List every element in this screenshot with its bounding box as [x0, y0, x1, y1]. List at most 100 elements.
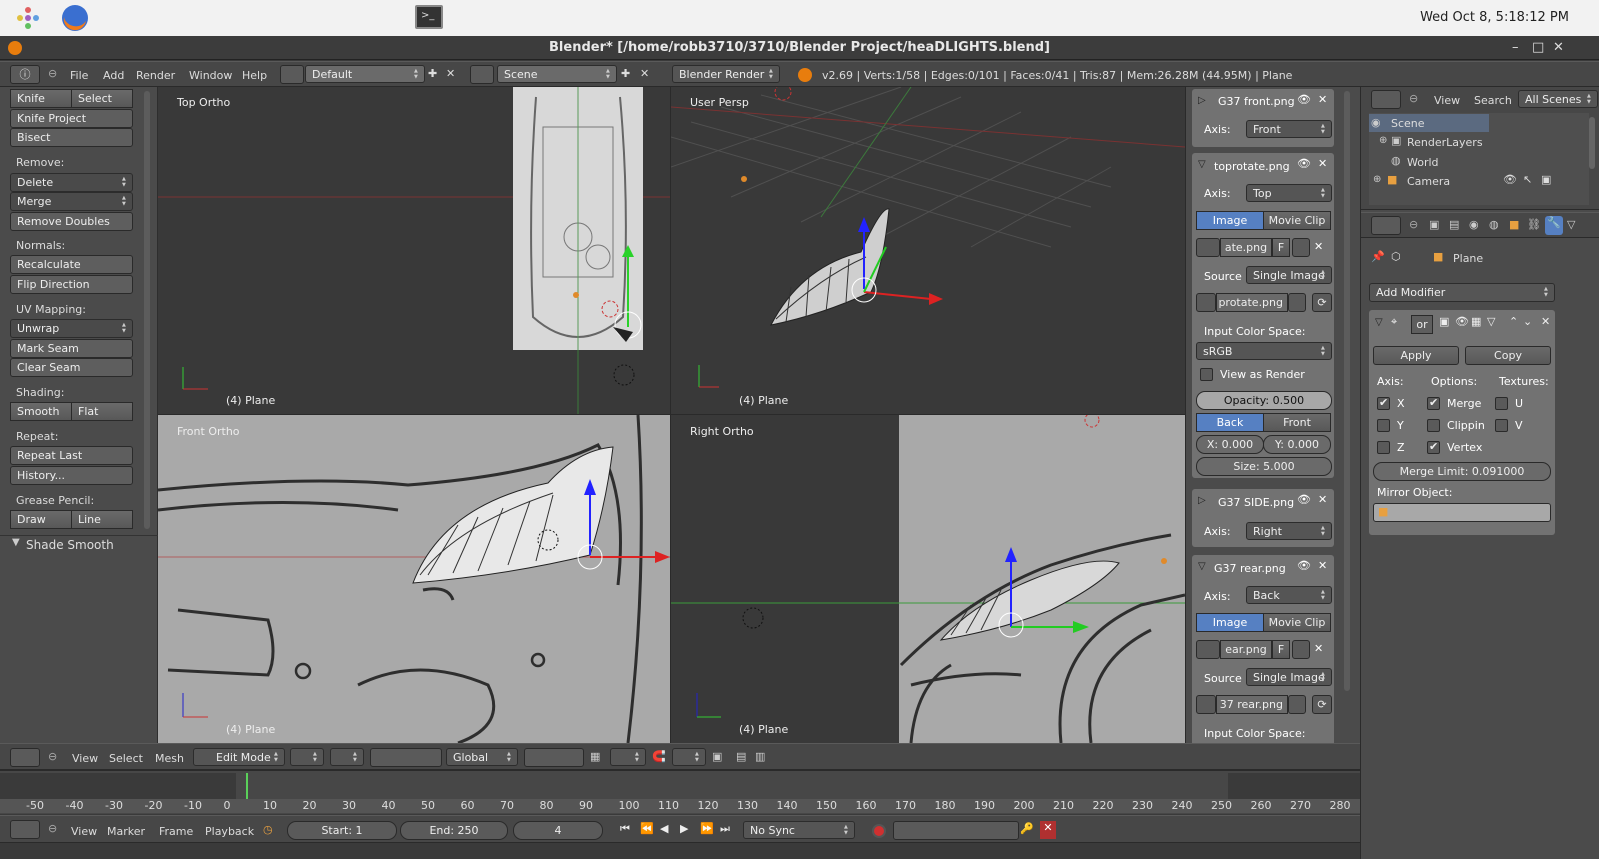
remove-icon[interactable]: ✕ [1318, 157, 1327, 170]
axis-y-checkbox[interactable] [1377, 419, 1390, 432]
render-anim-icon[interactable]: ▤ [736, 750, 746, 763]
unlink-icon[interactable]: ✕ [1314, 240, 1323, 253]
apply-button[interactable]: Apply [1373, 346, 1459, 365]
manipulator-icon[interactable] [370, 748, 442, 767]
size-field[interactable]: Size: 5.000 [1196, 457, 1332, 476]
texture-v-checkbox[interactable] [1495, 419, 1508, 432]
outliner-editor-icon[interactable] [1371, 90, 1401, 109]
preview-range-icon[interactable]: ◷ [263, 823, 273, 836]
fake-user-button[interactable]: F [1272, 640, 1290, 659]
mark-seam-button[interactable]: Mark Seam [10, 339, 133, 358]
display-mode-dropdown[interactable]: All Scenes [1518, 90, 1598, 108]
menu-mesh[interactable]: Mesh [155, 752, 184, 765]
clear-seam-button[interactable]: Clear Seam [10, 358, 133, 377]
outliner-item-renderlayers[interactable]: RenderLayers [1407, 136, 1483, 149]
collapse-arrow-icon[interactable]: ▽ [1198, 159, 1206, 170]
pin-icon[interactable]: 📌 [1371, 250, 1385, 263]
menu-select[interactable]: Select [109, 752, 143, 765]
viewport-user-persp[interactable]: User Persp (4) Plane [671, 87, 1185, 415]
remove-icon[interactable]: ✕ [1318, 93, 1327, 106]
render-movie-icon[interactable]: ▥ [755, 750, 765, 763]
menu-render[interactable]: Render [136, 69, 175, 82]
current-frame-field[interactable]: 4 [513, 821, 603, 840]
maximize-icon[interactable]: □ [1532, 40, 1544, 55]
keying-set-field[interactable] [893, 821, 1019, 840]
scene-tab-icon[interactable]: ◉ [1469, 218, 1479, 231]
opacity-slider[interactable]: Opacity: 0.500 [1196, 391, 1332, 410]
add-scene-icon[interactable]: ✚ [621, 67, 630, 80]
collapse-menu-icon[interactable]: ⊖ [48, 750, 57, 763]
menu-help[interactable]: Help [242, 69, 267, 82]
remove-icon[interactable]: ✕ [1318, 493, 1327, 506]
layout-icon[interactable] [280, 65, 304, 84]
line-button[interactable]: Line [71, 510, 133, 529]
copy-button[interactable]: Copy [1465, 346, 1551, 365]
file-browse-icon[interactable] [1288, 293, 1306, 312]
back-button[interactable]: Back [1196, 413, 1264, 432]
flat-button[interactable]: Flat [71, 402, 133, 421]
reload-icon[interactable]: ⟳ [1312, 293, 1332, 312]
scene-icon[interactable] [470, 65, 494, 84]
toolshelf-scrollbar[interactable] [144, 91, 150, 529]
timeline-ruler[interactable]: -50 -40 -30 -20 -10 0 10 20 30 40 50 60 70 80 90 100 110… [0, 799, 1360, 813]
shading-dropdown[interactable] [290, 748, 324, 766]
layers-tab-icon[interactable]: ▤ [1449, 218, 1459, 231]
image-pack-icon[interactable] [1196, 695, 1216, 714]
vertex-groups-checkbox[interactable] [1427, 440, 1440, 454]
remove-modifier-icon[interactable]: ✕ [1541, 315, 1550, 328]
apps-menu-icon[interactable] [14, 4, 42, 32]
end-frame-field[interactable]: End: 250 [400, 821, 508, 840]
viewport-right-ortho[interactable]: Right Ortho (4) Plane [671, 415, 1185, 743]
merge-dropdown[interactable]: Merge [10, 192, 133, 211]
collapse-arrow-icon[interactable]: ▽ [1375, 317, 1383, 328]
remove-scene-icon[interactable]: ✕ [640, 67, 649, 80]
timeline[interactable]: -50 -40 -30 -20 -10 0 10 20 30 40 50 60 70 80 90 100 110… [0, 770, 1360, 814]
add-layout-icon[interactable]: ✚ [428, 67, 437, 80]
eye-icon[interactable]: 👁 [1297, 93, 1311, 106]
render-engine-select[interactable]: Blender Render [672, 65, 780, 83]
image-browse-icon[interactable] [1196, 238, 1220, 257]
collapse-menu-icon[interactable]: ⊖ [1409, 92, 1418, 105]
move-down-icon[interactable]: ⌄ [1523, 315, 1532, 328]
menu-search[interactable]: Search [1474, 94, 1512, 107]
render-tab-icon[interactable]: ▣ [1429, 218, 1439, 231]
cage-icon[interactable]: ▽ [1487, 315, 1495, 328]
remove-doubles-button[interactable]: Remove Doubles [10, 212, 133, 231]
menu-frame[interactable]: Frame [159, 825, 193, 838]
expand-icon[interactable]: ⊕ [1373, 174, 1381, 185]
insert-keyframe-icon[interactable]: 🔑 [1020, 822, 1034, 835]
eye-icon[interactable]: 👁 [1297, 493, 1311, 506]
flip-direction-button[interactable]: Flip Direction [10, 275, 133, 294]
jump-end-icon[interactable]: ⏭ [720, 822, 730, 836]
menu-add[interactable]: Add [103, 69, 124, 82]
image-browse-icon[interactable] [1196, 640, 1220, 659]
terminal-icon[interactable]: >_ [415, 5, 443, 29]
offset-x-field[interactable]: X: 0.000 [1196, 435, 1264, 454]
file-browse-icon[interactable] [1288, 695, 1306, 714]
record-icon[interactable] [872, 824, 886, 838]
modifier-name-field[interactable]: or [1411, 315, 1433, 334]
expand-arrow-icon[interactable]: ▷ [1198, 95, 1206, 106]
view-as-render-checkbox[interactable] [1200, 368, 1213, 381]
orientation-dropdown[interactable]: Global [446, 748, 518, 766]
properties-editor-icon[interactable] [1371, 216, 1401, 235]
operator-panel-header[interactable]: ▼ Shade Smooth [0, 535, 158, 553]
selectable-cursor-icon[interactable]: ↖ [1523, 173, 1532, 186]
delete-keyframe-icon[interactable]: ✕ [1040, 821, 1056, 839]
view3d-editor-icon[interactable] [10, 748, 40, 767]
offset-y-field[interactable]: Y: 0.000 [1263, 435, 1331, 454]
image-tab[interactable]: Image [1196, 211, 1264, 230]
pivot-dropdown[interactable] [330, 748, 364, 766]
play-reverse-icon[interactable]: ◀ [660, 822, 668, 835]
source-dropdown[interactable]: Single Image [1246, 668, 1332, 686]
modifiers-tab-icon[interactable]: 🔧 [1545, 216, 1563, 235]
open-folder-icon[interactable] [1292, 238, 1310, 257]
scene-field[interactable]: Scene [497, 65, 617, 83]
image-pack-icon[interactable] [1196, 293, 1216, 312]
color-space-dropdown[interactable]: sRGB [1196, 342, 1332, 360]
visibility-eye-icon[interactable]: 👁 [1503, 173, 1517, 186]
jump-start-icon[interactable]: ⏮ [620, 822, 630, 836]
repeat-last-button[interactable]: Repeat Last [10, 446, 133, 465]
world-tab-icon[interactable]: ◍ [1489, 218, 1499, 231]
reload-icon[interactable]: ⟳ [1312, 695, 1332, 714]
